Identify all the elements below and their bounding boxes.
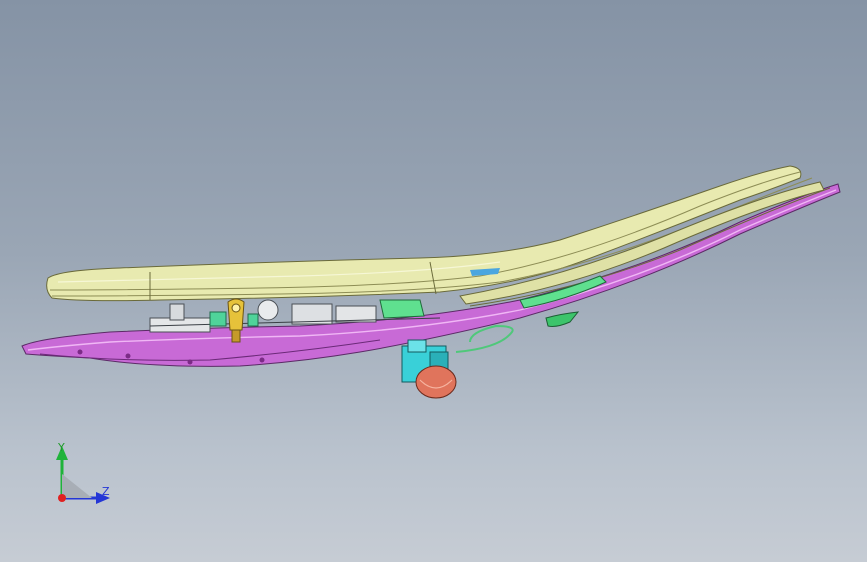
connector-housing[interactable] [415,365,457,399]
coordinate-triad: Y Z [40,436,130,516]
cad-viewport[interactable]: Y Z [0,0,867,562]
seat-assembly-model[interactable] [0,0,867,562]
coordinate-triad-icon [56,446,110,504]
seat-cushion-shell[interactable] [46,165,831,307]
z-axis-label: Z [102,485,110,498]
y-axis-label: Y [58,441,65,454]
